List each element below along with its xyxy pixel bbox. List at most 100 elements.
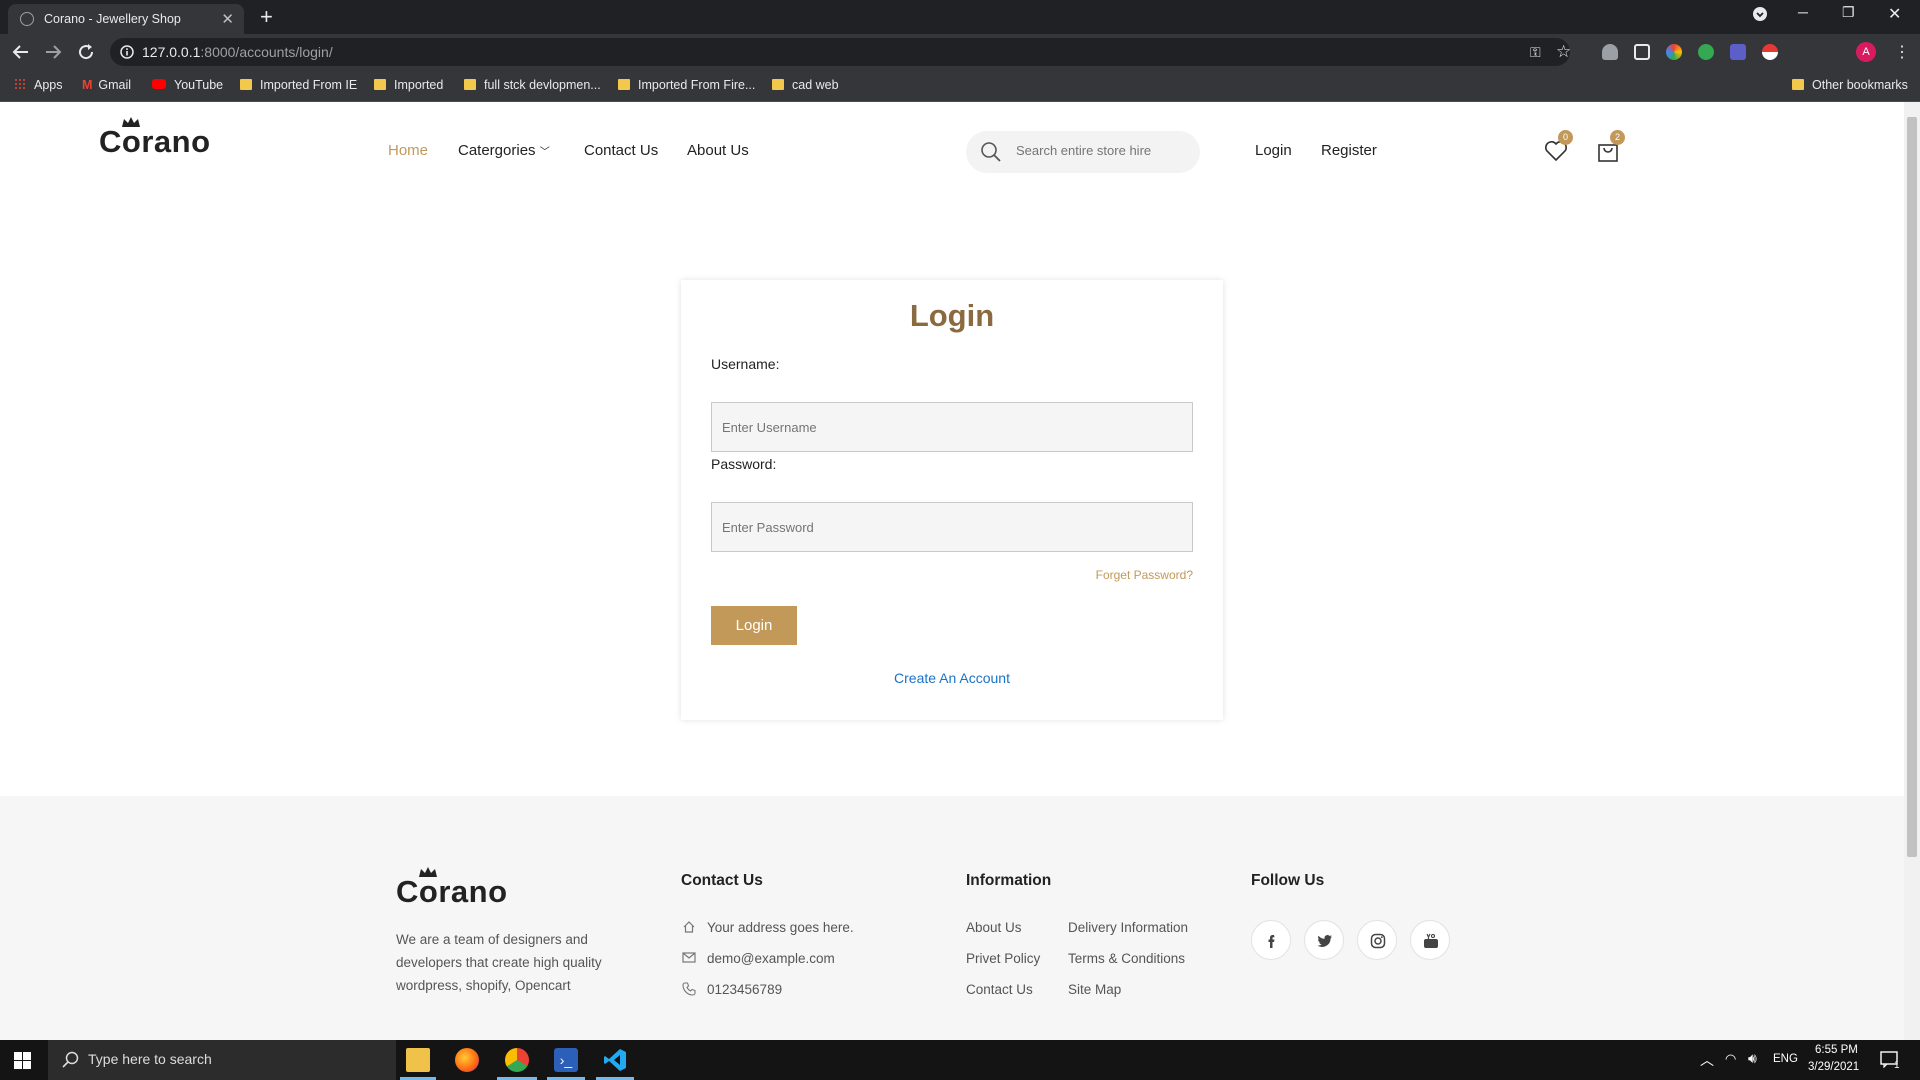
password-input[interactable] (711, 502, 1193, 552)
tab-title: Corano - Jewellery Shop (44, 12, 181, 26)
firefox-icon[interactable] (455, 1048, 479, 1072)
browser-tab-bar: Corano - Jewellery Shop ✕ + ─ ❐ ✕ (0, 0, 1920, 34)
gmail-icon: M (82, 78, 93, 92)
bookmark-gmail[interactable]: M Gmail (82, 78, 131, 92)
search-icon[interactable] (980, 141, 1002, 163)
footer-contact-title: Contact Us (681, 872, 763, 889)
login-card: Login Username: Password: Forget Passwor… (681, 280, 1223, 720)
close-tab-icon[interactable]: ✕ (221, 10, 234, 28)
bookmark-folder[interactable]: full stck devlopmen... (464, 78, 601, 92)
shield-extension-icon[interactable] (1602, 44, 1618, 60)
bookmark-folder[interactable]: Imported From Fire... (618, 78, 755, 92)
nav-categories[interactable]: Catergories ﹀ (458, 142, 550, 159)
restore-icon[interactable]: ❐ (1842, 4, 1855, 21)
browser-tab[interactable]: Corano - Jewellery Shop ✕ (8, 4, 244, 34)
clock-time[interactable]: 6:55 PM (1815, 1044, 1858, 1056)
other-bookmarks[interactable]: Other bookmarks (1792, 78, 1908, 92)
color-extension-icon[interactable] (1666, 44, 1682, 60)
profile-menu-icon[interactable] (1752, 6, 1768, 22)
nav-contact[interactable]: Contact Us (584, 142, 658, 159)
bookmark-youtube[interactable]: YouTube (152, 78, 223, 92)
facebook-icon (1268, 935, 1275, 948)
powershell-icon[interactable]: ›_ (554, 1048, 578, 1072)
taskbar-search[interactable]: Type here to search (48, 1040, 396, 1080)
nav-home[interactable]: Home (388, 142, 428, 159)
green-extension-icon[interactable] (1698, 44, 1714, 60)
taskbar-search-text: Type here to search (88, 1051, 212, 1067)
info-icon[interactable] (120, 45, 134, 59)
username-label: Username: (711, 356, 780, 372)
apps-grid-icon (14, 78, 26, 90)
menu-icon[interactable]: ⋮ (1894, 42, 1910, 62)
forget-password-link[interactable]: Forget Password? (1096, 568, 1193, 582)
bookmark-folder[interactable]: Imported From IE (240, 78, 357, 92)
twitter-button[interactable] (1304, 920, 1344, 960)
site-logo[interactable]: Corano (99, 117, 211, 160)
footer-link-privacy[interactable]: Privet Policy (966, 951, 1040, 966)
folder-icon (374, 79, 386, 90)
address-bar[interactable]: 127.0.0.1:8000/accounts/login/ ⚿ ☆ (110, 38, 1571, 66)
bookmarks-bar: Apps M Gmail YouTube Imported From IE Imp… (0, 70, 1920, 102)
screen-extension-icon[interactable] (1634, 44, 1650, 60)
folder-icon (772, 79, 784, 90)
footer-email[interactable]: demo@example.com (707, 947, 835, 970)
create-account-link[interactable]: Create An Account (681, 670, 1223, 686)
header-login-link[interactable]: Login (1255, 142, 1292, 159)
facebook-button[interactable] (1251, 920, 1291, 960)
footer-link-sitemap[interactable]: Site Map (1068, 982, 1121, 997)
volume-icon[interactable]: 🔊︎ (1748, 1050, 1757, 1067)
forward-icon[interactable] (44, 43, 62, 61)
profile-avatar[interactable]: A (1856, 42, 1876, 62)
folder-icon (464, 79, 476, 90)
twitter-icon (1317, 935, 1332, 947)
youtube-button[interactable] (1410, 920, 1450, 960)
footer-link-terms[interactable]: Terms & Conditions (1068, 951, 1185, 966)
username-input[interactable] (711, 402, 1193, 452)
youtube-icon (152, 79, 166, 89)
search-box (966, 131, 1200, 173)
clock-date[interactable]: 3/29/2021 (1808, 1061, 1859, 1073)
star-icon[interactable]: ☆ (1556, 42, 1571, 62)
wifi-icon[interactable]: ◠ (1725, 1051, 1736, 1067)
vscode-icon[interactable] (603, 1048, 627, 1072)
envelope-icon (682, 952, 696, 964)
login-button[interactable]: Login (711, 606, 797, 645)
back-icon[interactable] (12, 43, 30, 61)
bookmark-folder[interactable]: Imported (374, 78, 443, 92)
footer-link-about[interactable]: About Us (966, 920, 1022, 935)
browser-toolbar: 127.0.0.1:8000/accounts/login/ ⚿ ☆ ✚ ≡ A… (0, 34, 1920, 95)
bookmark-folder[interactable]: cad web (772, 78, 839, 92)
minimize-icon[interactable]: ─ (1798, 4, 1808, 20)
footer-info-title: Information (966, 872, 1052, 889)
language-indicator[interactable]: ENG (1773, 1053, 1798, 1065)
header-register-link[interactable]: Register (1321, 142, 1377, 159)
globe-icon (20, 12, 34, 26)
bookmark-apps[interactable]: Apps (14, 78, 63, 92)
instagram-button[interactable] (1357, 920, 1397, 960)
url-text: 127.0.0.1:8000/accounts/login/ (142, 44, 333, 60)
key-icon[interactable]: ⚿ (1530, 44, 1541, 61)
site-footer: Corano We are a team of designers and de… (0, 796, 1904, 1040)
tray-chevron-icon[interactable]: ︿ (1700, 1050, 1714, 1070)
password-label: Password: (711, 456, 777, 472)
footer-link-contact[interactable]: Contact Us (966, 982, 1033, 997)
close-window-icon[interactable]: ✕ (1888, 4, 1901, 24)
footer-follow-title: Follow Us (1251, 872, 1325, 889)
file-explorer-icon[interactable] (406, 1048, 430, 1072)
chevron-down-icon: ﹀ (539, 147, 550, 158)
footer-address: Your address goes here. (707, 920, 854, 935)
footer-link-delivery[interactable]: Delivery Information (1068, 920, 1188, 935)
crown-icon (122, 117, 140, 127)
windows-taskbar: Type here to search ›_ ︿ ◠ 🔊︎ ENG 6:55 P… (0, 1040, 1920, 1080)
nav-about[interactable]: About Us (687, 142, 749, 159)
chrome-icon[interactable] (505, 1048, 529, 1072)
footer-logo[interactable]: Corano (396, 867, 508, 910)
scrollbar-thumb[interactable] (1907, 117, 1917, 857)
ia-extension-icon[interactable] (1730, 44, 1746, 60)
new-tab-button[interactable]: + (260, 4, 273, 30)
folder-icon (240, 79, 252, 90)
reload-icon[interactable] (77, 43, 95, 61)
windows-start-icon[interactable] (14, 1052, 31, 1069)
pokeball-extension-icon[interactable] (1762, 44, 1778, 60)
search-input[interactable] (1016, 143, 1186, 158)
